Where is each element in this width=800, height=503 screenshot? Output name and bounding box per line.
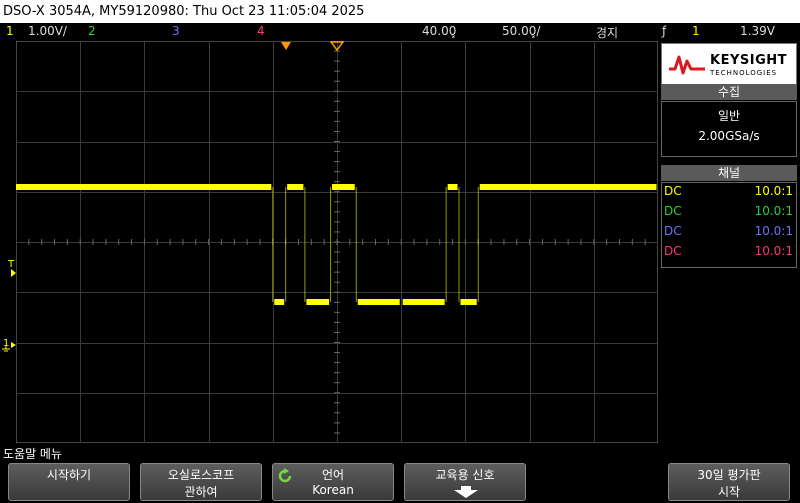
keysight-wave-icon [669, 55, 705, 75]
acquisition-mode: 경지 [596, 26, 619, 40]
button-label: 시작하기 [46, 468, 92, 482]
trigger-slope-icon: ƒ [662, 24, 667, 38]
ch4-coupling: DC [664, 244, 682, 258]
trace-segment [274, 299, 285, 305]
channel-row-2[interactable]: DC 10.0:1 [662, 202, 796, 221]
button-sublabel: 관하여 [184, 485, 218, 499]
window-title: DSO-X 3054A, MY59120980: Thu Oct 23 11:0… [0, 0, 800, 23]
button-sublabel: 시작 [717, 485, 741, 499]
arrow-down-icon [454, 486, 478, 498]
channels-header: 채널 [661, 165, 797, 181]
getting-started-button[interactable]: 시작하기 [8, 463, 130, 501]
trace-segment [306, 299, 330, 305]
waveform-display[interactable] [16, 41, 658, 443]
acquisition-header: 수집 [661, 84, 797, 100]
status-bar: 1 1.00V/ 2 3 4 40.00͓ 50.00͓/ 경지 ƒ 1 1.3… [0, 23, 800, 41]
svg-text:T: T [7, 259, 15, 270]
button-label: 교육용 신호 [435, 468, 495, 482]
ch3-number[interactable]: 3 [172, 24, 180, 38]
menu-title: 도움말 메뉴 [3, 447, 63, 461]
ch1-ground-marker[interactable]: 1 [0, 335, 16, 355]
trace-segment [16, 184, 272, 190]
button-label: 오실로스코프 [167, 468, 235, 482]
ch2-number[interactable]: 2 [88, 24, 96, 38]
ch3-coupling: DC [664, 224, 682, 238]
ch4-probe: 10.0:1 [754, 244, 793, 258]
brand-subtitle: TECHNOLOGIES [710, 69, 778, 77]
about-oscilloscope-button[interactable]: 오실로스코프 관하여 [140, 463, 262, 501]
trace-segment [447, 184, 458, 190]
trace-segment [287, 184, 304, 190]
ch1-number[interactable]: 1 [6, 24, 14, 38]
channel-row-3[interactable]: DC 10.0:1 [662, 222, 796, 241]
time-position[interactable]: 40.00͓ [422, 24, 456, 38]
acquisition-mode-value: 일반 [717, 109, 741, 123]
button-label: 언어 [321, 468, 345, 482]
button-sublabel: Korean [312, 483, 354, 497]
trigger-level[interactable]: 1.39V [740, 24, 775, 38]
trace-segment [357, 299, 400, 305]
trigger-source: 1 [692, 24, 700, 38]
brand-name: KEYSIGHT [710, 53, 787, 68]
channel-row-4[interactable]: DC 10.0:1 [662, 242, 796, 261]
trace-segment [402, 299, 445, 305]
ch3-probe: 10.0:1 [754, 224, 793, 238]
channel-row-1[interactable]: DC 10.0:1 [662, 182, 796, 201]
training-signals-button[interactable]: 교육용 신호 [404, 463, 526, 501]
side-panel: KEYSIGHT TECHNOLOGIES 수집 일반 2.00GSa/s 채널… [659, 41, 800, 443]
trace-segment [460, 299, 477, 305]
trace-segment [332, 184, 355, 190]
ch2-coupling: DC [664, 204, 682, 218]
ch1-coupling: DC [664, 184, 682, 198]
ch1-scale[interactable]: 1.00V/ [28, 24, 67, 38]
trace-segment [479, 184, 657, 190]
sample-rate: 2.00GSa/s [698, 129, 760, 143]
time-scale[interactable]: 50.00͓/ [502, 24, 540, 38]
language-button[interactable]: 언어 Korean [272, 463, 394, 501]
ch2-probe: 10.0:1 [754, 204, 793, 218]
ch1-probe: 10.0:1 [754, 184, 793, 198]
keysight-logo: KEYSIGHT TECHNOLOGIES [661, 43, 797, 85]
trial-start-button[interactable]: 30일 평가판 시작 [668, 463, 790, 501]
softkey-menu: 도움말 메뉴 시작하기 오실로스코프 관하여 언어 Korean 교육용 신호 … [0, 443, 800, 503]
ch4-number[interactable]: 4 [257, 24, 265, 38]
acquisition-box[interactable]: 일반 2.00GSa/s [661, 101, 797, 157]
trigger-level-marker[interactable]: T [0, 258, 16, 280]
button-label: 30일 평가판 [697, 468, 761, 482]
